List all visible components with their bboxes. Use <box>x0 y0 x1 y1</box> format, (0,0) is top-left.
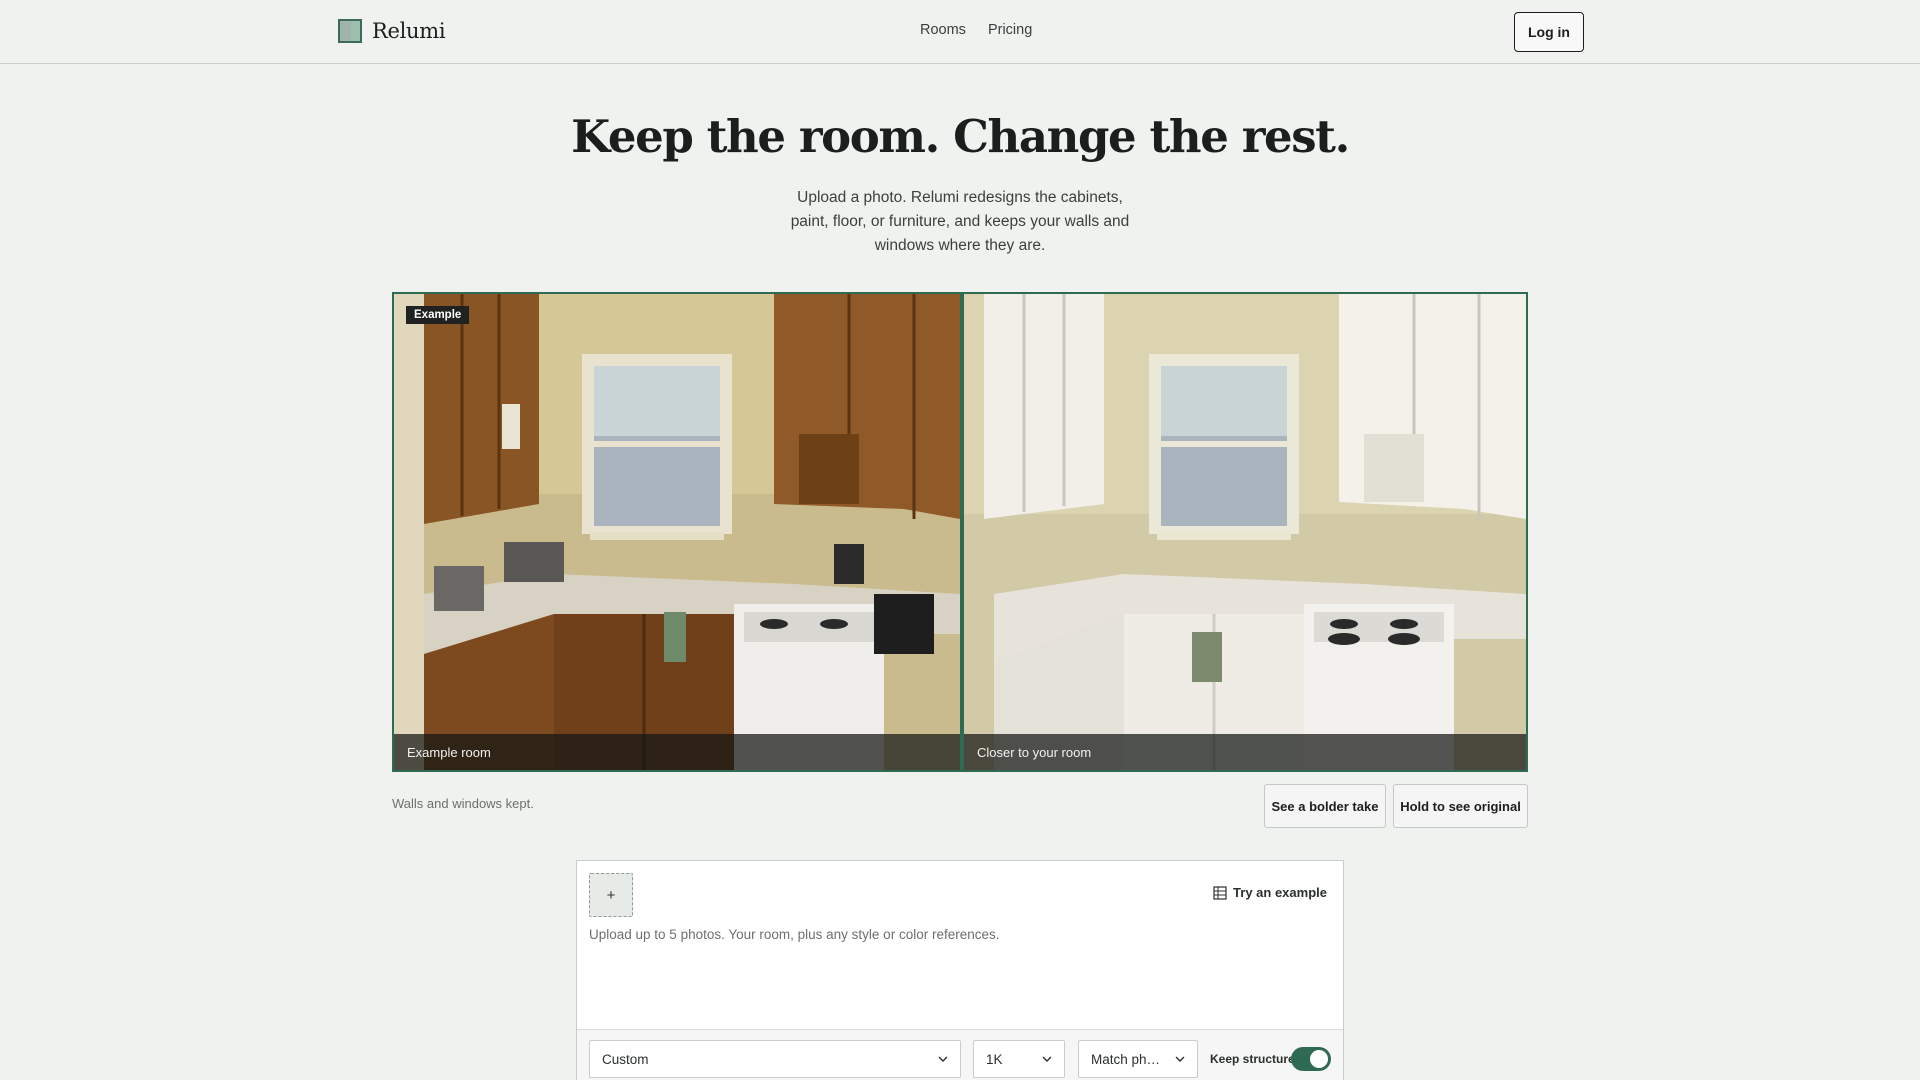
right-caption-bar: Closer to your room <box>964 734 1526 770</box>
login-button[interactable]: Log in <box>1514 12 1584 52</box>
original-room-photo: Example Example room <box>394 294 960 770</box>
right-caption: Closer to your room <box>977 745 1092 760</box>
upload-composer: + Try an example Upload up to 5 photos. … <box>576 860 1344 1080</box>
keep-structure-toggle[interactable] <box>1291 1047 1331 1071</box>
main-nav: Rooms Pricing <box>920 22 1032 38</box>
brand-name: Relumi <box>372 19 446 43</box>
structure-kept-note: Walls and windows kept. <box>392 796 534 811</box>
toggle-knob <box>1310 1050 1328 1068</box>
nav-link-rooms[interactable]: Rooms <box>920 22 966 38</box>
match-select-value: Match ph… <box>1091 1051 1161 1067</box>
bolder-take-button[interactable]: See a bolder take <box>1264 784 1386 828</box>
top-bar: Relumi Rooms Pricing Log in <box>0 0 1920 64</box>
redesigned-kitchen-image <box>964 294 1526 770</box>
chevron-down-icon <box>938 1056 948 1062</box>
hero-subtitle: Upload a photo. Relumi redesigns the cab… <box>790 189 1130 254</box>
resolution-select-value: 1K <box>986 1051 1003 1067</box>
try-example-label: Try an example <box>1233 885 1327 900</box>
redesigned-room-photo: Closer to your room <box>964 294 1526 770</box>
brand-logo[interactable]: Relumi <box>338 14 446 48</box>
left-caption-bar: Example room <box>394 734 960 770</box>
logo-icon <box>338 19 362 43</box>
composer-options: Custom 1K Match ph… Keep structure <box>577 1029 1343 1080</box>
before-after-comparison[interactable]: Example Example room Closer to your room <box>392 292 1528 772</box>
resolution-select[interactable]: 1K <box>973 1040 1065 1078</box>
style-select[interactable]: Custom <box>589 1040 961 1078</box>
chevron-down-icon <box>1175 1056 1185 1062</box>
example-badge: Example <box>406 306 470 324</box>
hero-title: Keep the room. Change the rest. <box>571 110 1350 163</box>
add-photo-button[interactable]: + <box>589 873 633 917</box>
keep-structure-label: Keep structure <box>1210 1052 1295 1066</box>
upload-hint: Upload up to 5 photos. Your room, plus a… <box>589 927 1000 942</box>
match-select[interactable]: Match ph… <box>1078 1040 1198 1078</box>
left-caption: Example room <box>407 745 491 760</box>
hold-original-button[interactable]: Hold to see original <box>1393 784 1528 828</box>
grid-icon <box>1213 885 1227 900</box>
nav-link-pricing[interactable]: Pricing <box>988 22 1032 38</box>
chevron-down-icon <box>1042 1056 1052 1062</box>
original-kitchen-image <box>394 294 960 770</box>
try-example-button[interactable]: Try an example <box>1213 885 1327 900</box>
style-select-value: Custom <box>602 1051 649 1067</box>
